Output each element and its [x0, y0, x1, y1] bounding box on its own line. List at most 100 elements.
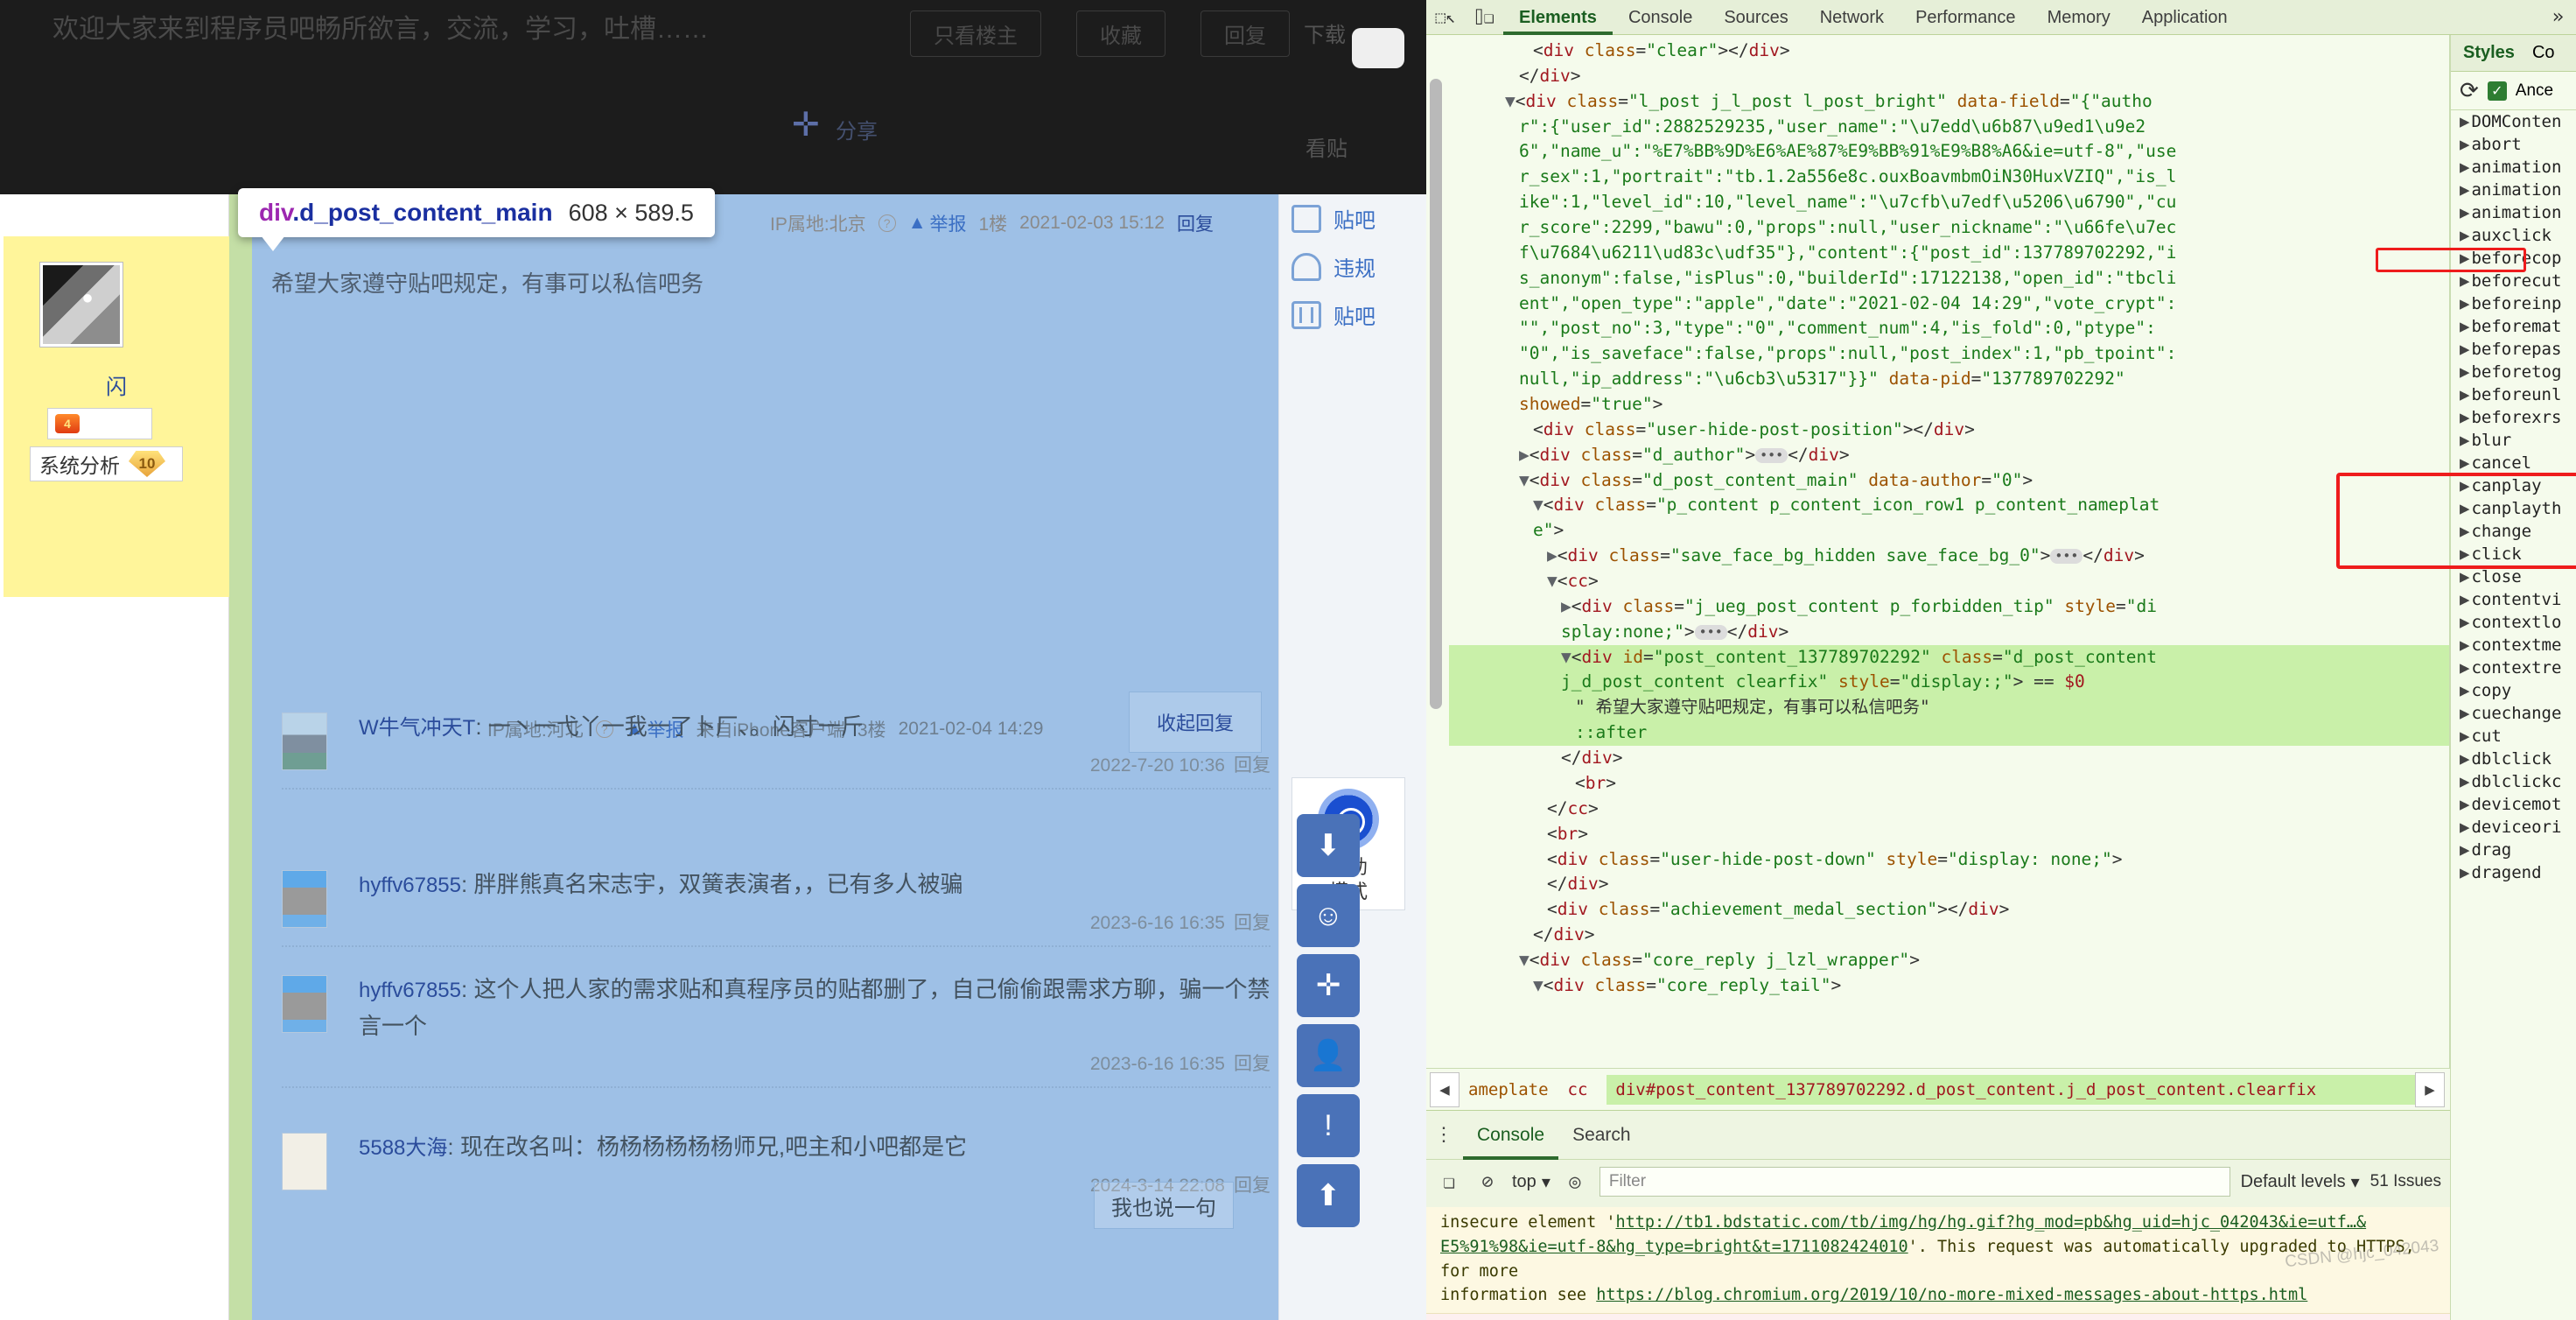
event-listener-row[interactable]: ▶ contextme — [2451, 634, 2576, 656]
comment-user[interactable]: hyffv67855 — [359, 874, 461, 897]
event-listener-row[interactable]: ▶ auxclick — [2451, 224, 2576, 247]
dom-tree[interactable]: <div class="clear"></div> </div> ▼<div cla… — [1449, 39, 2449, 999]
dom-tree-line[interactable]: <div class="user-hide-post-position"></d… — [1449, 418, 2449, 443]
tab-application[interactable]: Application — [2126, 0, 2244, 35]
event-listener-row[interactable]: ▶ change — [2451, 520, 2576, 543]
reply-link[interactable]: 回复 — [1234, 913, 1270, 933]
dom-tree-line[interactable]: ▼<div class="d_post_content_main" data-a… — [1449, 468, 2449, 494]
dom-tree-line[interactable]: ▼<div class="core_reply_tail"> — [1449, 973, 2449, 999]
dom-tree-line[interactable]: <br> — [1449, 771, 2449, 797]
console-link[interactable]: https://blog.chromium.org/2019/10/no-mor… — [1596, 1286, 2307, 1304]
console-sidebar-icon[interactable]: ❏ — [1435, 1168, 1463, 1196]
only-author-button[interactable]: 只看楼主 — [910, 11, 1041, 57]
event-listener-row[interactable]: ▶ animation — [2451, 201, 2576, 224]
dom-tree-line[interactable]: r_sex":1,"portrait":"tb.1.2a556e8c.ouxBo… — [1449, 165, 2449, 190]
tab-console[interactable]: Console — [1613, 0, 1708, 35]
person-icon[interactable]: 👤 — [1297, 1024, 1360, 1087]
event-listener-row[interactable]: ▶ beforetog — [2451, 361, 2576, 383]
dom-tree-line[interactable]: f\u7684\u6211\ud83c\udf35"},"content":{"… — [1449, 241, 2449, 266]
dom-tree-line[interactable]: "","post_no":3,"type":"0","comment_num":… — [1449, 316, 2449, 341]
author-name[interactable]: 闪 — [4, 369, 229, 400]
dom-tree-line[interactable]: </div> — [1449, 746, 2449, 771]
kebab-menu-icon[interactable]: ⋮ — [1426, 1124, 1463, 1146]
dom-tree-line[interactable]: ▼<div class="p_content p_content_icon_ro… — [1449, 493, 2449, 518]
clear-console-icon[interactable]: ⊘ — [1474, 1168, 1502, 1196]
event-listener-row[interactable]: ▶ blur — [2451, 429, 2576, 452]
event-listener-row[interactable]: ▶ contentvi — [2451, 588, 2576, 611]
event-listener-row[interactable]: ▶ DOMConten — [2451, 110, 2576, 133]
event-listeners-list[interactable]: ▶ DOMConten ▶ abort ▶ animation ▶ animation ▶ ani… — [2451, 110, 2576, 884]
log-levels-select[interactable]: Default levels ▾ — [2241, 1171, 2360, 1193]
console-link[interactable]: http://tb1.bdstatic.com/tb/img/hg/hg.gif… — [1615, 1213, 2366, 1232]
tab-performance[interactable]: Performance — [1900, 0, 2032, 35]
more-tabs-icon[interactable]: » — [2540, 6, 2576, 28]
event-listener-row[interactable]: ▶ beforecop — [2451, 247, 2576, 270]
dom-tree-line[interactable]: r_score":2299,"bawu":0,"props":null,"use… — [1449, 215, 2449, 241]
help-icon[interactable]: ? — [878, 214, 896, 232]
emoji-icon[interactable]: ☺ — [1297, 884, 1360, 947]
tab-elements[interactable]: Elements — [1503, 0, 1613, 35]
event-listener-row[interactable]: ▶ dblclickc — [2451, 770, 2576, 793]
avatar[interactable] — [282, 870, 327, 928]
filter-input[interactable]: Filter — [1599, 1167, 2230, 1197]
event-listener-row[interactable]: ▶ animation — [2451, 156, 2576, 179]
event-listener-row[interactable]: ▶ deviceori — [2451, 816, 2576, 839]
share-label[interactable]: 分享 — [836, 114, 878, 144]
dom-tree-line[interactable]: showed="true"> — [1449, 392, 2449, 418]
comment-user[interactable]: W牛气冲天T — [359, 716, 475, 740]
dom-tree-line[interactable]: ike":1,"level_id":10,"level_name":"\u7cf… — [1449, 190, 2449, 215]
tab-memory[interactable]: Memory — [2032, 0, 2126, 35]
breadcrumb-item-nameplate[interactable]: ameplate — [1468, 1080, 1549, 1099]
dom-tree-line[interactable]: <div class="user-hide-post-down" style="… — [1449, 847, 2449, 873]
top-icon[interactable]: ⬆ — [1297, 1164, 1360, 1227]
event-listener-row[interactable]: ▶ beforemat — [2451, 315, 2576, 338]
reply-link[interactable]: 回复 — [1234, 755, 1270, 776]
alert-icon[interactable]: ! — [1297, 1094, 1360, 1157]
favorite-button[interactable]: 收藏 — [1076, 11, 1166, 57]
event-listener-row[interactable]: ▶ cancel — [2451, 452, 2576, 474]
live-expression-icon[interactable]: ◎ — [1561, 1168, 1589, 1196]
event-listener-row[interactable]: ▶ canplay — [2451, 474, 2576, 497]
event-listener-row[interactable]: ▶ copy — [2451, 679, 2576, 702]
chevron-left-icon[interactable]: ◀ — [1430, 1071, 1460, 1107]
comment-user[interactable]: hyffv67855 — [359, 979, 461, 1002]
dom-tree-line[interactable]: ::after — [1449, 720, 2449, 747]
reply-button[interactable]: 回复 — [1200, 11, 1290, 57]
event-listener-row[interactable]: ▶ canplayth — [2451, 497, 2576, 520]
dom-tree-line[interactable]: ent","open_type":"apple","date":"2021-02… — [1449, 291, 2449, 317]
report-button[interactable]: ▲ 举报 — [908, 210, 967, 236]
rail-item-post[interactable]: 贴吧 — [1279, 194, 1426, 242]
chevron-right-icon[interactable]: ▶ — [2415, 1071, 2445, 1107]
execution-context-select[interactable]: top ▾ — [1512, 1171, 1550, 1193]
avatar[interactable] — [39, 262, 123, 348]
issues-count[interactable]: 51 Issues — [2370, 1172, 2441, 1191]
dom-tree-line[interactable]: <div class="achievement_medal_section"><… — [1449, 897, 2449, 923]
event-listener-row[interactable]: ▶ beforexrs — [2451, 406, 2576, 429]
dom-tree-line[interactable]: ▼<div id="post_content_137789702292" cla… — [1449, 644, 2449, 671]
dom-tree-line[interactable]: splay:none;"> ••• </div> — [1449, 620, 2449, 645]
event-listener-row[interactable]: ▶ beforeunl — [2451, 383, 2576, 406]
event-listener-row[interactable]: ▶ beforeinp — [2451, 292, 2576, 315]
event-listener-row[interactable]: ▶ beforecut — [2451, 270, 2576, 292]
avatar[interactable] — [282, 1133, 327, 1190]
tab-console[interactable]: Console — [1463, 1111, 1559, 1160]
console-message-error[interactable]: ⚠ Mixed Content: The page at 'https://ti… — [1426, 1314, 2450, 1320]
rail-item-violation[interactable]: 违规 — [1279, 242, 1426, 291]
dom-tree-line[interactable]: null,"ip_address":"\u6cb3\u5317"}}" data… — [1449, 367, 2449, 392]
dom-tree-line[interactable]: </div> — [1449, 872, 2449, 897]
plus-icon[interactable]: ✛ — [1297, 954, 1360, 1017]
refresh-icon[interactable]: ⟳ — [2460, 77, 2479, 104]
dom-tree-line[interactable]: </div> — [1449, 923, 2449, 948]
event-listener-row[interactable]: ▶ cuechange — [2451, 702, 2576, 725]
avatar[interactable] — [282, 975, 327, 1033]
breadcrumb-item-selected[interactable]: div#post_content_137789702292.d_post_con… — [1606, 1074, 2415, 1105]
event-listener-row[interactable]: ▶ drag — [2451, 839, 2576, 861]
dom-tree-line[interactable]: ▼<cc> — [1449, 569, 2449, 594]
dom-tree-line[interactable]: </cc> — [1449, 797, 2449, 822]
event-listener-row[interactable]: ▶ animation — [2451, 179, 2576, 201]
avatar[interactable] — [282, 713, 327, 770]
dom-tree-line[interactable]: ▼<div class="l_post j_l_post l_post_brig… — [1449, 89, 2449, 115]
event-listener-row[interactable]: ▶ beforepas — [2451, 338, 2576, 361]
dom-tree-line[interactable]: r":{"user_id":2882529235,"user_name":"\u… — [1449, 115, 2449, 140]
event-listener-row[interactable]: ▶ devicemot — [2451, 793, 2576, 816]
